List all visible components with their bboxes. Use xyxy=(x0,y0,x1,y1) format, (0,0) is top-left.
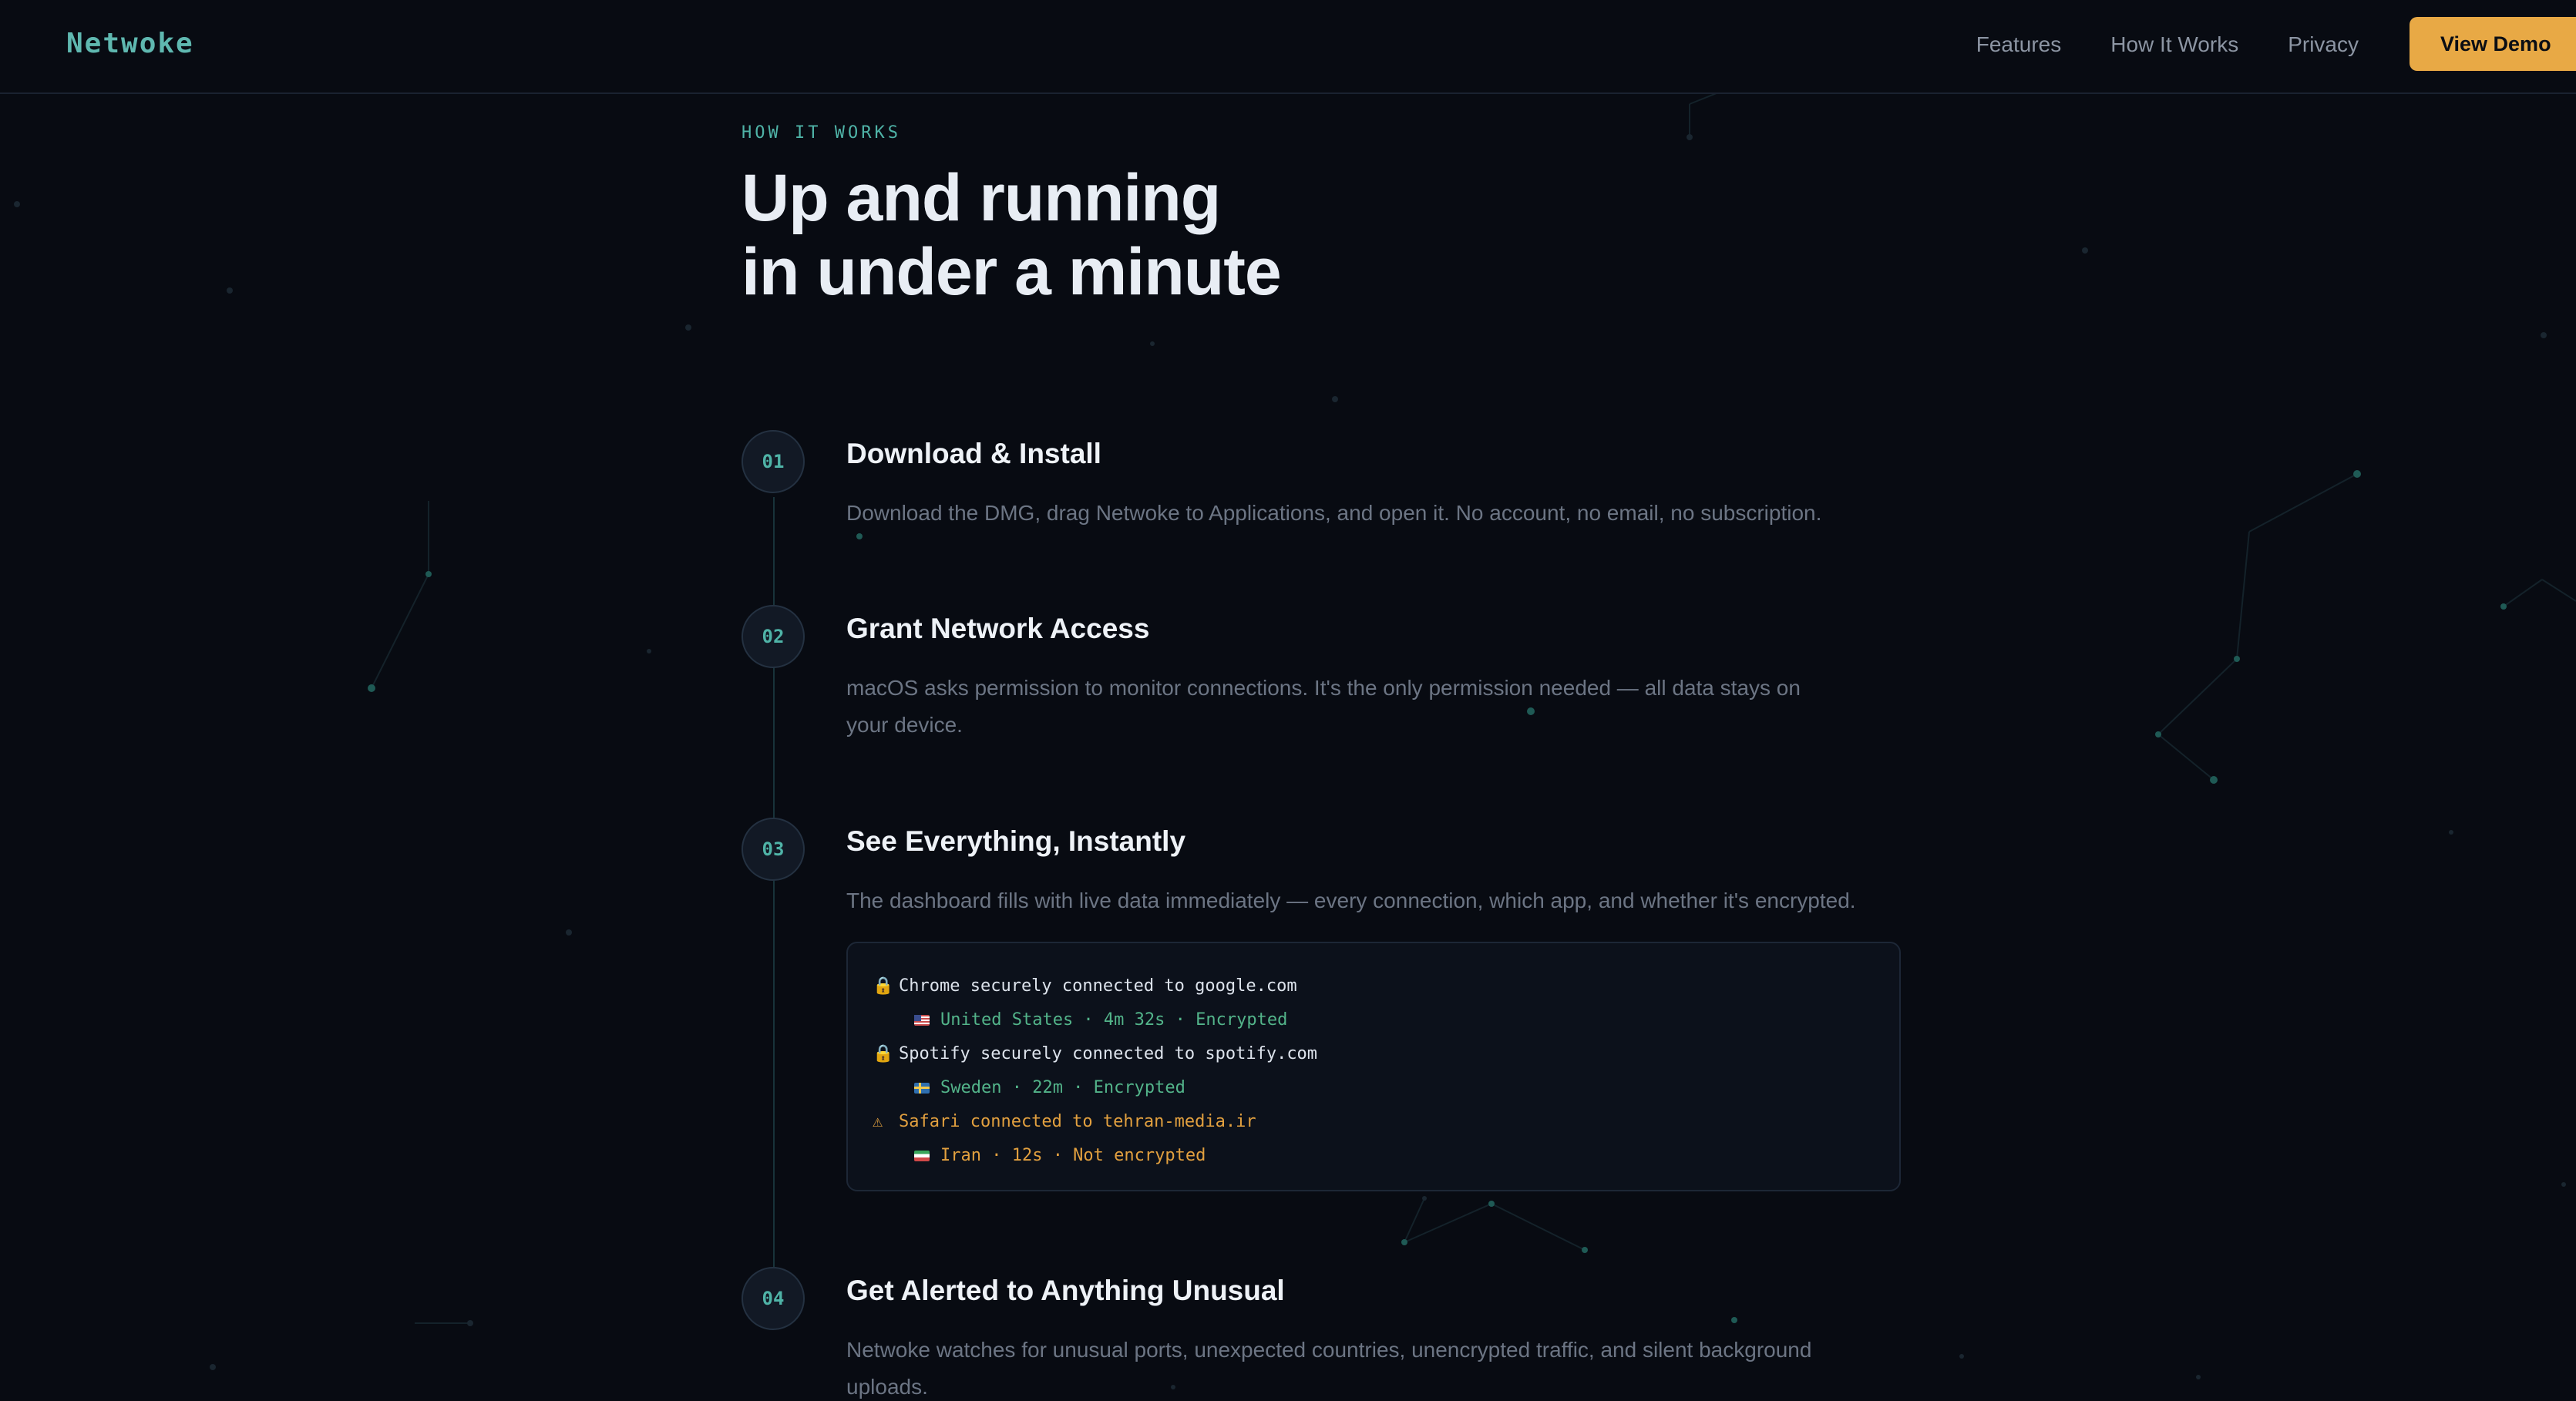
section-eyebrow: HOW IT WORKS xyxy=(742,123,901,143)
connection-log-preview: 🔒 Chrome securely connected to google.com… xyxy=(846,942,1901,1191)
step-description: Download the DMG, drag Netwoke to Applic… xyxy=(846,501,1822,525)
heading-line-1: Up and running xyxy=(742,161,1221,235)
step-title: Grant Network Access xyxy=(846,613,1150,644)
step-number-badge: 02 xyxy=(742,605,805,668)
step-number-badge: 03 xyxy=(742,818,805,881)
log-line-spotify: 🔒 Spotify securely connected to spotify.c… xyxy=(873,1037,1875,1071)
lock-icon: 🔒 xyxy=(873,976,894,996)
se-flag-icon xyxy=(914,1083,930,1094)
heading-line-2: in under a minute xyxy=(742,235,1282,309)
step-title: Get Alerted to Anything Unusual xyxy=(846,1275,1285,1306)
lock-icon: 🔒 xyxy=(873,1044,894,1063)
section-heading: Up and running in under a minute xyxy=(742,161,1898,309)
top-navigation: Netwoke Features How It Works Privacy Vi… xyxy=(0,0,2576,94)
log-line-chrome: 🔒 Chrome securely connected to google.com xyxy=(873,969,1875,1003)
how-it-works-section: HOW IT WORKS Up and running in under a m… xyxy=(742,123,1898,309)
ir-flag-icon xyxy=(914,1151,930,1161)
log-detail-spotify: Sweden · 22m · Encrypted xyxy=(873,1071,1875,1105)
view-demo-button[interactable]: View Demo xyxy=(2410,17,2576,71)
step-title: See Everything, Instantly xyxy=(846,825,1186,857)
step-number-badge: 01 xyxy=(742,430,805,493)
step-description: Netwoke watches for unusual ports, unexp… xyxy=(846,1338,1812,1399)
step-description: The dashboard fills with live data immed… xyxy=(846,889,1856,912)
us-flag-icon xyxy=(914,1015,930,1026)
step-description: macOS asks permission to monitor connect… xyxy=(846,676,1801,737)
nav-link-privacy[interactable]: Privacy xyxy=(2288,32,2359,57)
log-detail-chrome: United States · 4m 32s · Encrypted xyxy=(873,1003,1875,1037)
log-line-safari: ⚠ Safari connected to tehran-media.ir xyxy=(873,1105,1875,1139)
warning-icon: ⚠ xyxy=(873,1112,883,1131)
nav-links: Features How It Works Privacy xyxy=(1976,32,2359,57)
step-number-badge: 04 xyxy=(742,1267,805,1330)
logo[interactable]: Netwoke xyxy=(66,28,194,59)
log-detail-safari: Iran · 12s · Not encrypted xyxy=(873,1139,1875,1173)
step-title: Download & Install xyxy=(846,438,1101,469)
nav-link-how-it-works[interactable]: How It Works xyxy=(2110,32,2238,57)
nav-link-features[interactable]: Features xyxy=(1976,32,2062,57)
